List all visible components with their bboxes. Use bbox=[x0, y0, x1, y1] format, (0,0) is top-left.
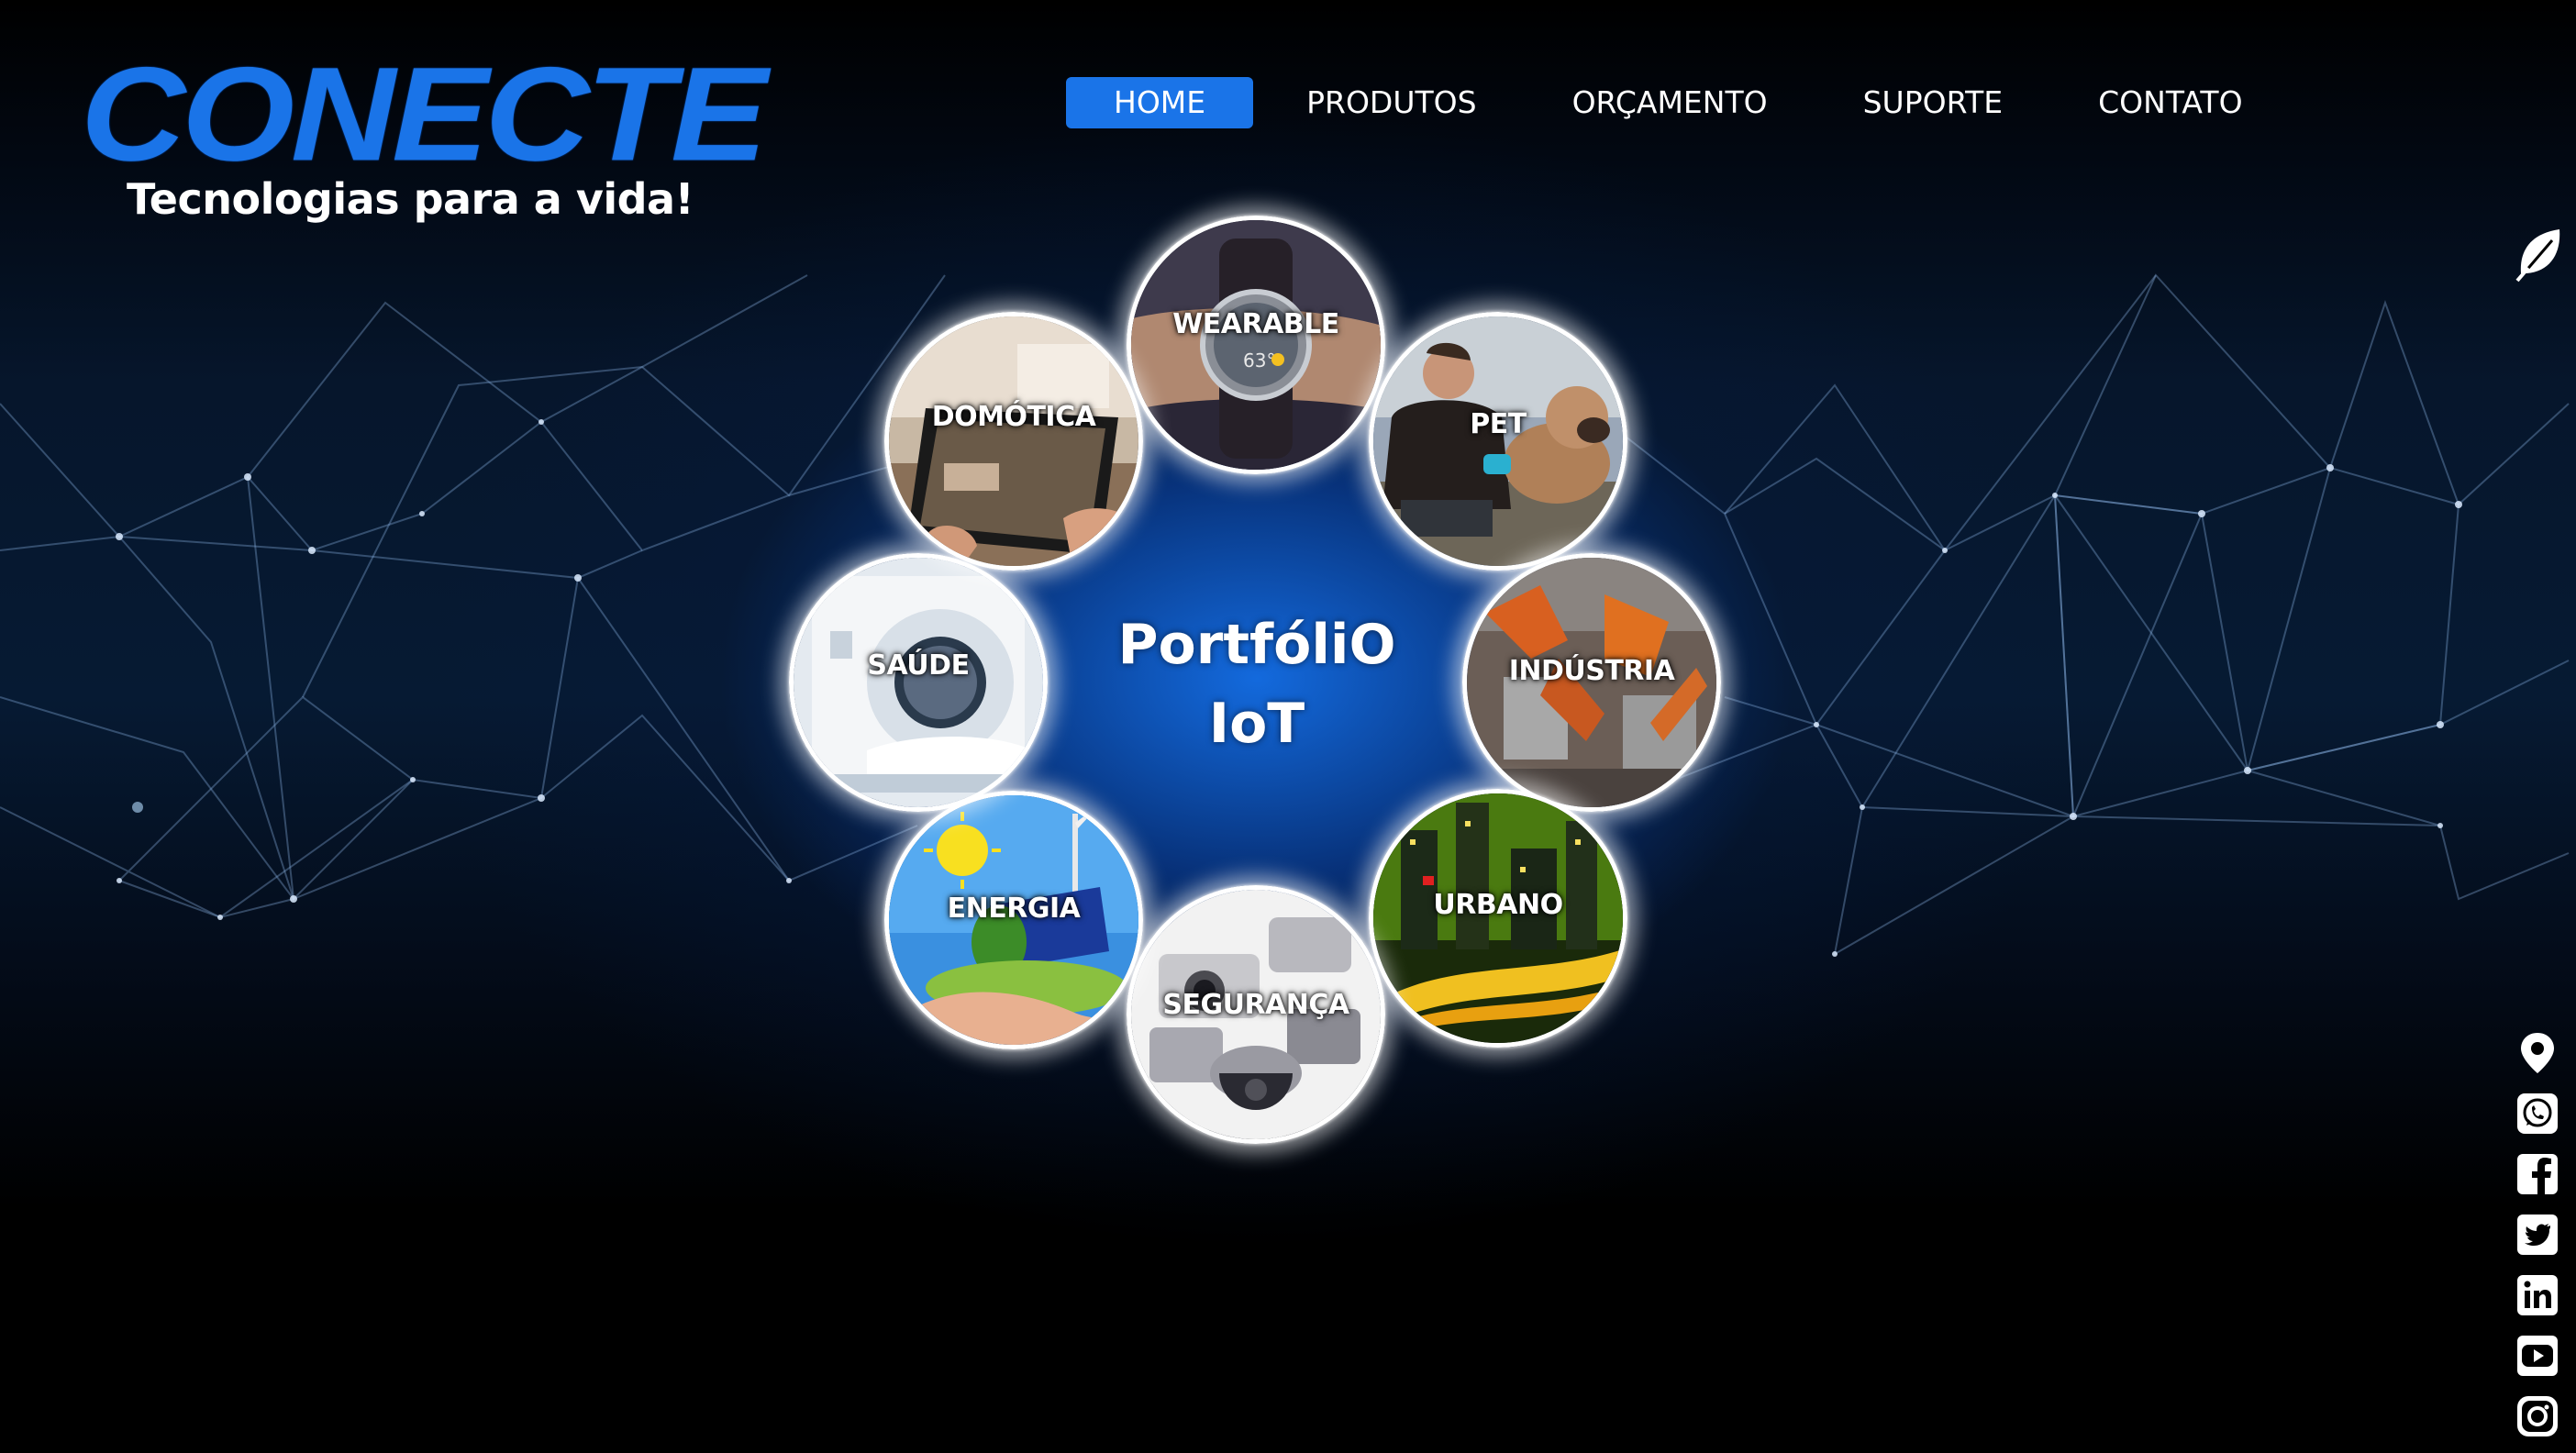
portfolio-item-label: INDÚSTRIA bbox=[1508, 655, 1675, 687]
leaf-icon[interactable] bbox=[2515, 226, 2565, 283]
portfolio-item-label: DOMÓTICA bbox=[931, 401, 1096, 433]
portfolio-item-domotica[interactable]: DOMÓTICA bbox=[884, 312, 1143, 571]
portfolio-item-energia[interactable]: ENERGIA bbox=[884, 791, 1143, 1049]
main-nav: HOME PRODUTOS ORÇAMENTO SUPORTE CONTATO bbox=[1066, 77, 2291, 128]
pet-image bbox=[1373, 316, 1623, 566]
facebook-icon[interactable] bbox=[2515, 1152, 2559, 1196]
nav-produtos[interactable]: PRODUTOS bbox=[1259, 77, 1524, 128]
portfolio-title: PortfóliO IoT bbox=[1073, 605, 1440, 763]
portfolio-item-saude[interactable]: SAÚDE bbox=[789, 553, 1048, 812]
youtube-icon[interactable] bbox=[2515, 1334, 2559, 1378]
social-icons bbox=[2515, 1031, 2563, 1453]
iot-portfolio: PortfóliO IoT 63° WEARABLE PET INDÚSTRIA… bbox=[771, 211, 1743, 1165]
nav-orcamento[interactable]: ORÇAMENTO bbox=[1525, 77, 1815, 128]
svg-text:63°: 63° bbox=[1243, 349, 1275, 372]
portfolio-item-urbano[interactable]: URBANO bbox=[1369, 789, 1627, 1048]
portfolio-item-label: SAÚDE bbox=[867, 649, 970, 682]
logo[interactable]: CONECTE Tecnologias para a vida! bbox=[81, 48, 767, 231]
portfolio-item-seguranca[interactable]: SEGURANÇA bbox=[1127, 885, 1385, 1144]
portfolio-item-industria[interactable]: INDÚSTRIA bbox=[1462, 553, 1721, 812]
portfolio-item-label: SEGURANÇA bbox=[1162, 989, 1349, 1021]
linkedin-icon[interactable] bbox=[2515, 1273, 2559, 1317]
portfolio-item-pet[interactable]: PET bbox=[1369, 312, 1627, 571]
instagram-icon[interactable] bbox=[2515, 1394, 2559, 1438]
whatsapp-icon[interactable] bbox=[2515, 1092, 2559, 1136]
domotica-image bbox=[889, 316, 1138, 566]
portfolio-item-label: PET bbox=[1470, 408, 1527, 440]
portfolio-item-label: ENERGIA bbox=[947, 893, 1081, 925]
portfolio-item-label: URBANO bbox=[1433, 889, 1563, 921]
portfolio-item-wearable[interactable]: 63° WEARABLE bbox=[1127, 216, 1385, 474]
nav-contato[interactable]: CONTATO bbox=[2050, 77, 2290, 128]
logo-wordmark: CONECTE bbox=[81, 39, 767, 189]
nav-suporte[interactable]: SUPORTE bbox=[1815, 77, 2051, 128]
location-pin-icon[interactable] bbox=[2515, 1031, 2559, 1075]
saude-image bbox=[794, 558, 1043, 807]
wearable-image: 63° bbox=[1131, 220, 1381, 470]
portfolio-title-line2: IoT bbox=[1208, 692, 1305, 756]
nav-home[interactable]: HOME bbox=[1066, 77, 1254, 128]
page: CONECTE Tecnologias para a vida! HOME PR… bbox=[0, 0, 2576, 1453]
portfolio-title-line1: PortfóliO bbox=[1117, 613, 1396, 677]
portfolio-item-label: WEARABLE bbox=[1172, 308, 1339, 340]
twitter-icon[interactable] bbox=[2515, 1213, 2559, 1257]
logo-tagline: Tecnologias para a vida! bbox=[127, 174, 694, 224]
